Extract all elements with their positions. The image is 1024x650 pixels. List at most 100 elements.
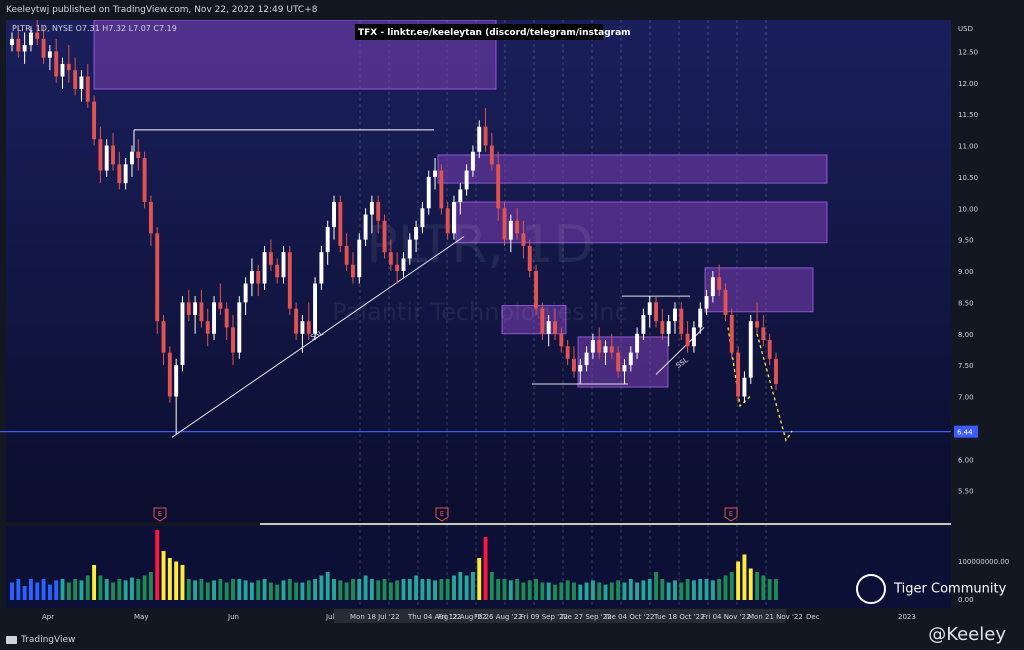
price-tick: 10.00 — [958, 205, 978, 213]
volume-bar — [363, 575, 368, 600]
candle — [571, 358, 576, 372]
candle — [218, 302, 223, 309]
volume-bar — [351, 579, 355, 600]
candle — [79, 76, 84, 90]
time-tick: Dec — [806, 613, 820, 621]
candle — [92, 101, 97, 140]
published-text: Keeleytwj published on TradingView.com, … — [6, 5, 318, 15]
candle — [344, 245, 349, 265]
volume-bar — [104, 579, 109, 600]
candle — [477, 126, 482, 152]
candle — [243, 283, 248, 303]
time-tick: Fri 04 Nov '22 — [702, 613, 750, 621]
community-name: Tiger Community — [894, 581, 1007, 597]
brand-label: TradingView — [21, 635, 76, 645]
candle — [111, 145, 115, 165]
candle — [540, 308, 545, 334]
candle — [609, 346, 614, 353]
price-chart[interactable]: PLTR, 1D Palantir Technologies Inc SSLSS… — [0, 0, 1024, 650]
candle — [167, 352, 172, 397]
candle — [527, 245, 532, 271]
candle — [698, 308, 703, 328]
candle — [628, 352, 633, 366]
candle — [452, 201, 456, 234]
volume-bar — [691, 580, 696, 600]
volume-bar — [540, 582, 545, 600]
candle — [521, 233, 526, 246]
candle — [306, 321, 311, 334]
time-tick: Tue 04 Oct '22 — [603, 613, 654, 621]
volume-bar — [262, 579, 267, 600]
volume-bar — [186, 579, 191, 600]
volume-bar — [660, 579, 665, 600]
candle — [231, 327, 235, 353]
volume-bar — [243, 580, 248, 600]
candle — [98, 139, 103, 171]
volume-bar — [338, 580, 343, 600]
candle — [578, 365, 583, 372]
candle — [338, 201, 343, 246]
candle — [641, 314, 646, 334]
candle — [647, 302, 652, 315]
volume-bar — [717, 579, 722, 600]
volume-bar — [685, 579, 690, 600]
price-tick: 9.50 — [958, 237, 974, 245]
candle — [117, 164, 122, 184]
candle — [369, 201, 374, 215]
volume-bar — [710, 580, 715, 600]
price-tick: 7.00 — [958, 394, 974, 402]
volume-bar — [47, 584, 52, 600]
tradingview-brand[interactable]: TradingView — [6, 631, 75, 650]
volume-bar — [470, 572, 475, 600]
volume-bar — [180, 565, 185, 600]
time-tick: Mon 18 Jul '22 — [350, 613, 400, 621]
candle — [761, 327, 766, 341]
candle — [148, 201, 153, 234]
candle — [275, 264, 280, 278]
candle — [407, 239, 412, 259]
price-tick: 8.50 — [958, 299, 974, 307]
candle — [281, 252, 286, 278]
volume-bar — [60, 579, 65, 600]
candle — [332, 201, 336, 228]
volume-bar — [414, 575, 419, 600]
volume-bar — [553, 584, 557, 600]
candle — [268, 252, 273, 265]
volume-bar — [332, 579, 336, 600]
candle — [174, 365, 179, 397]
volume-bar — [571, 582, 576, 600]
volume-bar — [382, 579, 387, 600]
candle — [193, 302, 198, 315]
candle — [249, 271, 254, 284]
candle — [622, 365, 627, 372]
candle — [489, 145, 494, 165]
price-tick: 6.00 — [958, 456, 974, 464]
volume-tick: 100000000.00 — [958, 558, 1009, 566]
candle — [66, 63, 71, 71]
candle — [351, 264, 355, 278]
volume-bar — [205, 582, 210, 600]
volume-bar — [148, 572, 153, 600]
candle — [774, 358, 778, 384]
banner-text: TFX - linktr.ee/keeleytan (discord/teleg… — [358, 28, 631, 38]
candle — [420, 208, 425, 228]
volume-bar — [565, 580, 570, 600]
volume-bar — [218, 579, 223, 600]
earnings-label: E — [158, 510, 162, 518]
candle — [603, 346, 608, 353]
volume-bar — [584, 582, 589, 600]
volume-bar — [117, 579, 122, 600]
candle — [565, 346, 570, 359]
volume-bar — [376, 580, 381, 600]
volume-bar — [294, 582, 299, 600]
candle — [376, 201, 381, 221]
volume-bar — [723, 575, 728, 600]
candle — [445, 208, 450, 234]
candle — [388, 252, 393, 265]
candle — [319, 252, 324, 284]
volume-bar — [736, 561, 741, 600]
candle — [123, 164, 128, 184]
candle — [186, 302, 191, 315]
volume-bar — [508, 580, 513, 600]
volume-bar — [420, 579, 425, 600]
